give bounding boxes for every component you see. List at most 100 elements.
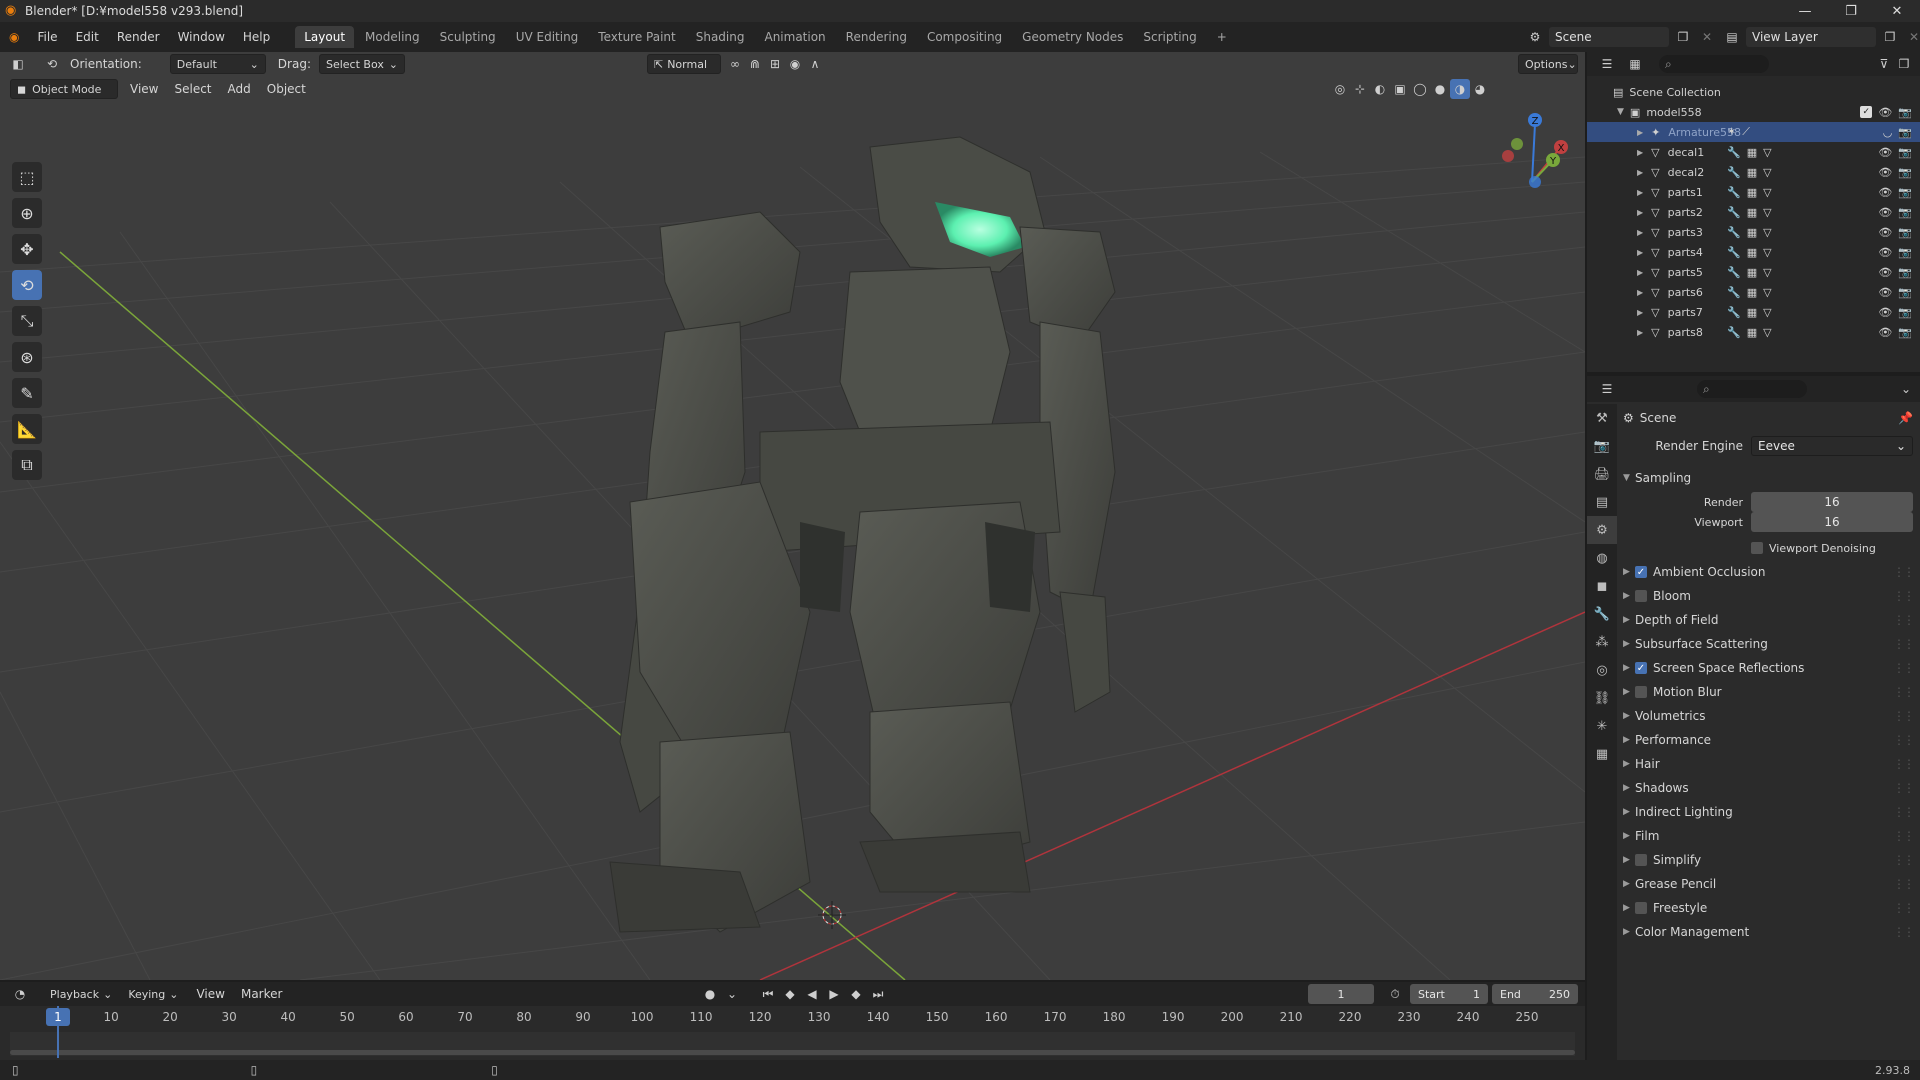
output-tab-icon[interactable]: 🖨	[1587, 460, 1617, 488]
properties-search-input[interactable]: ⌕	[1697, 380, 1807, 398]
eye-icon[interactable]: 👁	[1878, 186, 1892, 199]
eye-icon[interactable]: 👁	[1878, 326, 1892, 339]
eye-icon[interactable]: 👁	[1878, 266, 1892, 279]
eye-icon[interactable]: 👁	[1878, 226, 1892, 239]
panel-enable-checkbox[interactable]: ✓	[1635, 566, 1647, 578]
scene-name-field[interactable]: Scene	[1549, 27, 1669, 47]
visibility-icon[interactable]: ◎	[1330, 79, 1350, 99]
drag-handle-icon[interactable]: ⋮⋮	[1893, 805, 1915, 819]
data-tab-icon[interactable]: ✳	[1587, 712, 1617, 740]
current-frame-field[interactable]: 1	[1308, 984, 1374, 1004]
vertex-group-icon[interactable]: ▦	[1747, 246, 1757, 259]
editor-type-icon[interactable]: ◧	[8, 54, 28, 74]
drag-handle-icon[interactable]: ⋮⋮	[1893, 781, 1915, 795]
tab-uv-editing[interactable]: UV Editing	[507, 26, 588, 48]
chevron-down-icon[interactable]: ⌄	[722, 984, 742, 1004]
record-icon[interactable]: ●	[700, 984, 720, 1004]
outliner-item[interactable]: ▶ ▽ parts1 🔧 ▦ ▽ 👁 📷	[1587, 182, 1920, 202]
delete-view-layer-icon[interactable]: ✕	[1904, 27, 1920, 47]
panel-indirect-lighting[interactable]: ▶ Indirect Lighting ⋮⋮	[1623, 800, 1915, 824]
timeline-editor-icon[interactable]: ◔	[10, 984, 30, 1004]
render-tab-icon[interactable]: 📷	[1587, 432, 1617, 460]
playback-menu[interactable]: Playback ⌄	[44, 984, 118, 1004]
outliner-item[interactable]: ▶ ▽ parts5 🔧 ▦ ▽ 👁 📷	[1587, 262, 1920, 282]
eye-icon[interactable]: 👁	[1878, 106, 1892, 119]
menu-file[interactable]: File	[28, 25, 66, 49]
transform-icon[interactable]: ⊛	[12, 342, 42, 372]
orientation-dropdown[interactable]: Default ⌄	[169, 54, 266, 74]
xray-icon[interactable]: ▣	[1390, 79, 1410, 99]
tab-animation[interactable]: Animation	[755, 26, 834, 48]
viewport-denoising-row[interactable]: Viewport Denoising	[1623, 536, 1913, 560]
viewport-denoising-checkbox[interactable]	[1751, 542, 1763, 554]
proportional-edit-icon[interactable]: ◉	[785, 54, 805, 74]
menu-render[interactable]: Render	[108, 25, 169, 49]
modifier-icon[interactable]: 🔧	[1727, 226, 1741, 239]
modifier-icon[interactable]: 🔧	[1727, 286, 1741, 299]
camera-icon[interactable]: 📷	[1898, 266, 1912, 279]
mode-dropdown[interactable]: ◼ Object Mode	[10, 79, 118, 99]
jump-end-icon[interactable]: ⏭	[868, 984, 888, 1004]
panel-hair[interactable]: ▶ Hair ⋮⋮	[1623, 752, 1915, 776]
modifier-icon[interactable]: 🔧	[1727, 166, 1741, 179]
menu-view[interactable]: View	[130, 82, 158, 96]
tab-geometry-nodes[interactable]: Geometry Nodes	[1013, 26, 1132, 48]
vertex-group-icon[interactable]: ▦	[1747, 286, 1757, 299]
mesh-data-icon[interactable]: ▽	[1763, 286, 1771, 299]
drag-handle-icon[interactable]: ⋮⋮	[1893, 685, 1915, 699]
tab-rendering[interactable]: Rendering	[837, 26, 916, 48]
selectable-icon[interactable]: ◡	[1883, 126, 1893, 139]
expand-icon[interactable]: ▶	[1637, 228, 1643, 237]
drag-handle-icon[interactable]: ⋮⋮	[1893, 661, 1915, 675]
camera-icon[interactable]: 📷	[1898, 146, 1912, 159]
outliner-item[interactable]: ▶ ▽ parts3 🔧 ▦ ▽ 👁 📷	[1587, 222, 1920, 242]
camera-icon[interactable]: 📷	[1898, 326, 1912, 339]
maximize-button[interactable]: ❐	[1828, 0, 1874, 22]
playhead-frame-badge[interactable]: 1	[46, 1008, 70, 1026]
new-view-layer-icon[interactable]: ❐	[1880, 27, 1900, 47]
gizmo-toggle-icon[interactable]: ⊹	[1350, 79, 1370, 99]
render-samples-field[interactable]: 16	[1751, 492, 1913, 512]
modifier-icon[interactable]: 🔧	[1727, 326, 1741, 339]
drag-handle-icon[interactable]: ⋮⋮	[1893, 877, 1915, 891]
render-engine-dropdown[interactable]: Eevee ⌄	[1751, 436, 1913, 456]
panel-enable-checkbox[interactable]	[1635, 686, 1647, 698]
panel-film[interactable]: ▶ Film ⋮⋮	[1623, 824, 1915, 848]
material-shading-icon[interactable]: ◑	[1450, 79, 1470, 99]
outliner-item[interactable]: ▶ ▽ parts8 🔧 ▦ ▽ 👁 📷	[1587, 322, 1920, 342]
view-layer-icon[interactable]: ▤	[1722, 27, 1742, 47]
camera-icon[interactable]: 📷	[1898, 166, 1912, 179]
outliner-item[interactable]: ▶ ▽ decal1 🔧 ▦ ▽ 👁 📷	[1587, 142, 1920, 162]
panel-color-management[interactable]: ▶ Color Management ⋮⋮	[1623, 920, 1915, 944]
drag-handle-icon[interactable]: ⋮⋮	[1893, 709, 1915, 723]
tab-layout[interactable]: Layout	[295, 26, 355, 48]
move-icon[interactable]: ✥	[12, 234, 42, 264]
tab-scripting[interactable]: Scripting	[1134, 26, 1205, 48]
panel-ambient-occlusion[interactable]: ▶ ✓ Ambient Occlusion ⋮⋮	[1623, 560, 1915, 584]
chevron-down-icon[interactable]: ⌄	[1896, 379, 1916, 399]
eye-icon[interactable]: 👁	[1878, 246, 1892, 259]
drag-handle-icon[interactable]: ⋮⋮	[1893, 901, 1915, 915]
modifier-tab-icon[interactable]: 🔧	[1587, 600, 1617, 628]
menu-select[interactable]: Select	[174, 82, 211, 96]
expand-icon[interactable]: ▶	[1637, 268, 1643, 277]
tab-texture-paint[interactable]: Texture Paint	[589, 26, 684, 48]
panel-grease-pencil[interactable]: ▶ Grease Pencil ⋮⋮	[1623, 872, 1915, 896]
falloff-icon[interactable]: ∧	[805, 54, 825, 74]
add-workspace-icon[interactable]: +	[1208, 26, 1236, 48]
drag-handle-icon[interactable]: ⋮⋮	[1893, 565, 1915, 579]
expand-icon[interactable]: ▶	[1637, 288, 1643, 297]
panel-freestyle[interactable]: ▶ Freestyle ⋮⋮	[1623, 896, 1915, 920]
outliner-collection-row[interactable]: ▼ ▣ model558 ✓ 👁 📷	[1587, 102, 1920, 122]
timeline-ruler[interactable]: 10 20 30 40 50 60 70 80 90 100 110 120 130 140 150 160 1…	[0, 1006, 1585, 1030]
view-layer-tab-icon[interactable]: ▤	[1587, 488, 1617, 516]
modifier-icon[interactable]: 🔧	[1727, 306, 1741, 319]
mesh-data-icon[interactable]: ▽	[1763, 306, 1771, 319]
vertex-group-icon[interactable]: ▦	[1747, 186, 1757, 199]
menu-help[interactable]: Help	[234, 25, 279, 49]
camera-icon[interactable]: 📷	[1898, 126, 1912, 139]
new-collection-icon[interactable]: ❐	[1894, 54, 1914, 74]
mesh-data-icon[interactable]: ▽	[1763, 146, 1771, 159]
mesh-data-icon[interactable]: ▽	[1763, 326, 1771, 339]
keying-menu[interactable]: Keying ⌄	[122, 984, 184, 1004]
